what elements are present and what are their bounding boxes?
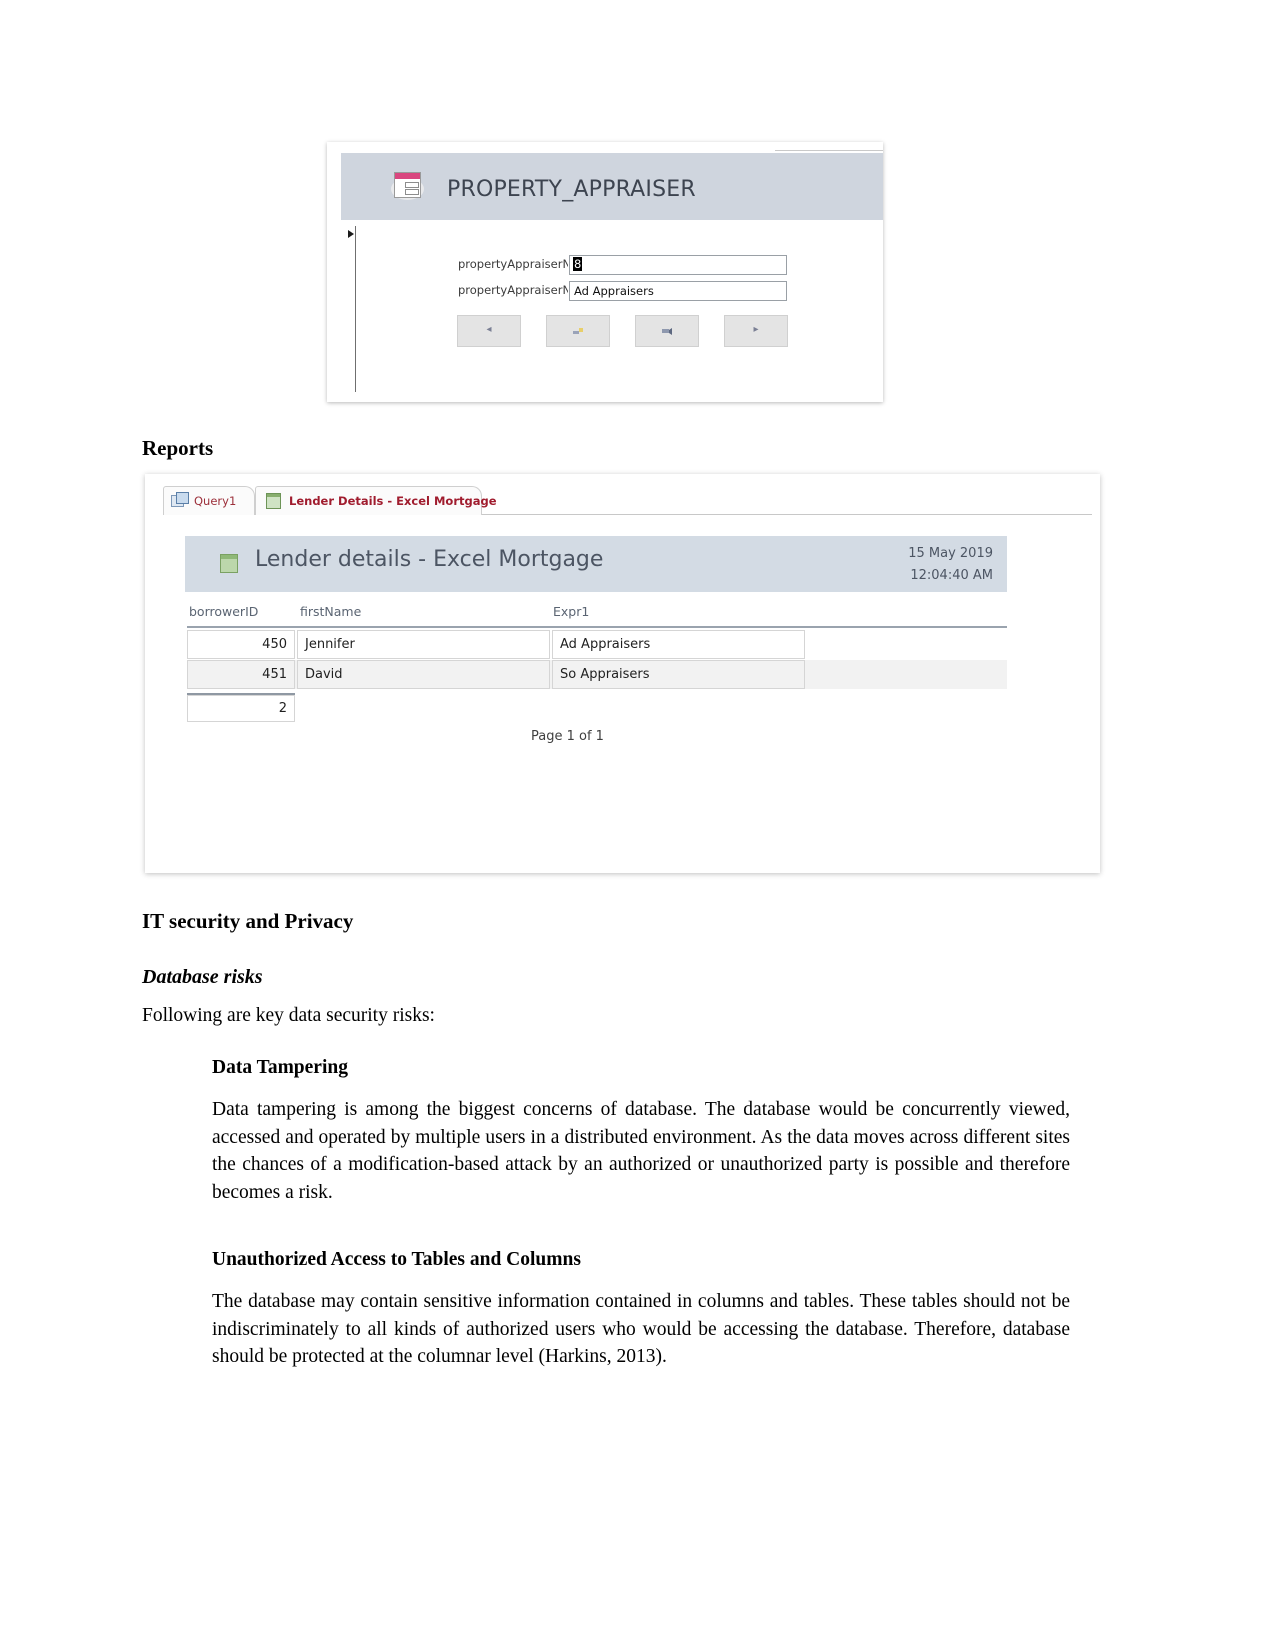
table-row: 450 Jennifer Ad Appraisers bbox=[187, 630, 1007, 659]
current-record-arrow-icon bbox=[348, 230, 354, 238]
record-count-value: 2 bbox=[278, 701, 287, 716]
paragraph-unauthorized-access: The database may contain sensitive infor… bbox=[212, 1291, 1070, 1367]
table-row: 451 David So Appraisers bbox=[187, 660, 1007, 689]
form-title: PROPERTY_APPRAISER bbox=[447, 177, 696, 202]
cell-first-name: Jennifer bbox=[297, 630, 550, 659]
form-header-band: PROPERTY_APPRAISER bbox=[341, 153, 883, 220]
previous-record-button[interactable]: ◂ bbox=[457, 315, 521, 347]
form-top-divider bbox=[775, 150, 883, 151]
cell-record-count: 2 bbox=[187, 695, 295, 722]
next-record-button[interactable]: ▸ bbox=[724, 315, 788, 347]
cell-expr1-value: So Appraisers bbox=[560, 667, 650, 682]
column-header-rule bbox=[187, 626, 1007, 628]
property-appraiser-number-input[interactable]: 8 bbox=[569, 255, 787, 275]
cell-expr1: So Appraisers bbox=[552, 660, 805, 689]
paragraph-intro: Following are key data security risks: bbox=[142, 1005, 435, 1026]
tab-lender-details-label: Lender Details - Excel Mortgage bbox=[289, 494, 497, 508]
paragraph-data-tampering: Data tampering is among the biggest conc… bbox=[212, 1099, 1070, 1203]
cell-expr1-value: Ad Appraisers bbox=[560, 637, 651, 652]
cell-first-name-value: Jennifer bbox=[305, 637, 355, 652]
tab-query1[interactable]: Query1 bbox=[163, 486, 255, 515]
cell-expr1: Ad Appraisers bbox=[552, 630, 805, 659]
tab-lender-details[interactable]: Lender Details - Excel Mortgage bbox=[255, 486, 497, 515]
form-top-strip bbox=[327, 142, 883, 150]
cell-borrower-id-value: 450 bbox=[262, 637, 287, 652]
query-icon bbox=[171, 492, 189, 508]
heading-reports: Reports bbox=[142, 436, 214, 460]
next-arrow-icon: ▸ bbox=[753, 324, 759, 335]
cell-first-name: David bbox=[297, 660, 550, 689]
report-tab-strip: Query1 Lender Details - Excel Mortgage bbox=[145, 484, 1100, 515]
report-time: 12:04:40 AM bbox=[910, 568, 993, 583]
report-header-icon bbox=[220, 554, 238, 573]
add-record-icon bbox=[573, 328, 583, 334]
heading-it-security-and-privacy: IT security and Privacy bbox=[142, 909, 354, 933]
cell-borrower-id: 450 bbox=[187, 630, 295, 659]
column-header-first-name: firstName bbox=[300, 604, 362, 619]
column-header-expr1: Expr1 bbox=[553, 604, 590, 619]
cell-borrower-id-value: 451 bbox=[262, 667, 287, 682]
record-selector-bar bbox=[355, 226, 356, 392]
report-icon bbox=[265, 492, 281, 509]
property-appraiser-name-input[interactable]: Ad Appraisers bbox=[569, 281, 787, 301]
document-page: PROPERTY_APPRAISER propertyAppraiserN 8 … bbox=[0, 0, 1275, 1650]
save-record-button[interactable] bbox=[635, 315, 699, 347]
save-record-icon bbox=[662, 328, 672, 335]
report-title: Lender details - Excel Mortgage bbox=[255, 547, 604, 572]
heading-database-risks: Database risks bbox=[142, 966, 263, 988]
field-value-2: Ad Appraisers bbox=[574, 284, 654, 298]
report-date: 15 May 2019 bbox=[908, 546, 993, 561]
report-header-band: Lender details - Excel Mortgage 15 May 2… bbox=[185, 536, 1007, 592]
cell-borrower-id: 451 bbox=[187, 660, 295, 689]
field-value-1: 8 bbox=[573, 257, 583, 271]
access-report-screenshot: Query1 Lender Details - Excel Mortgage L… bbox=[145, 474, 1100, 873]
heading-data-tampering: Data Tampering bbox=[212, 1057, 348, 1078]
add-record-button[interactable] bbox=[546, 315, 610, 347]
previous-arrow-icon: ◂ bbox=[486, 324, 492, 335]
field-label-property-appraiser-name: propertyAppraiserN bbox=[458, 283, 568, 297]
report-page-footer: Page 1 of 1 bbox=[531, 729, 604, 744]
field-label-property-appraiser-number: propertyAppraiserN bbox=[458, 257, 568, 271]
column-header-borrower-id: borrowerID bbox=[189, 604, 259, 619]
form-card-icon bbox=[389, 170, 424, 202]
access-form-screenshot: PROPERTY_APPRAISER propertyAppraiserN 8 … bbox=[327, 142, 883, 402]
tab-query1-label: Query1 bbox=[194, 494, 237, 508]
cell-first-name-value: David bbox=[305, 667, 343, 682]
heading-unauthorized-access: Unauthorized Access to Tables and Column… bbox=[212, 1249, 581, 1270]
